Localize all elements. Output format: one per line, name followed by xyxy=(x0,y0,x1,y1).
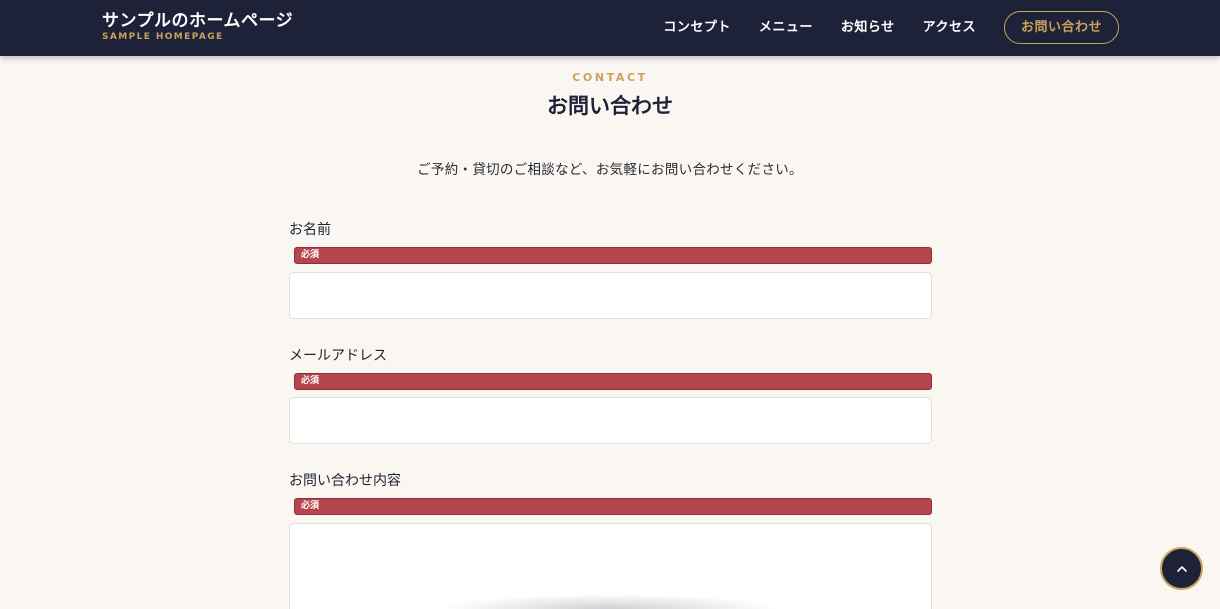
section-eyebrow: CONTACT xyxy=(572,71,648,84)
name-field-label: お名前 xyxy=(289,222,331,238)
required-badge: 必須 xyxy=(294,247,932,264)
main-nav: コンセプト メニュー お知らせ アクセス お問い合わせ xyxy=(663,11,1119,44)
name-input[interactable] xyxy=(289,272,932,319)
logo-subtitle: SAMPLE HOMEPAGE xyxy=(102,32,224,42)
chevron-up-icon xyxy=(1176,565,1187,572)
site-header: サンプルのホームページ SAMPLE HOMEPAGE コンセプト メニュー お… xyxy=(0,0,1220,56)
required-badge: 必須 xyxy=(294,498,932,515)
nav-item-concept[interactable]: コンセプト xyxy=(663,11,731,44)
nav-contact-button[interactable]: お問い合わせ xyxy=(1003,11,1119,44)
site-logo[interactable]: サンプルのホームページ SAMPLE HOMEPAGE xyxy=(102,10,293,43)
nav-item-menu[interactable]: メニュー xyxy=(759,11,813,44)
page-title: お問い合わせ xyxy=(547,93,673,118)
email-input[interactable] xyxy=(289,397,932,444)
nav-item-access[interactable]: アクセス xyxy=(923,11,976,44)
section-lead-text: ご予約・貸切のご相談など、お気軽にお問い合わせください。 xyxy=(417,162,803,178)
required-badge: 必須 xyxy=(294,373,932,390)
logo-title: サンプルのホームページ xyxy=(102,11,294,31)
nav-item-news[interactable]: お知らせ xyxy=(841,11,895,44)
message-field-label: お問い合わせ内容 xyxy=(289,473,401,489)
email-field-label: メールアドレス xyxy=(289,348,387,364)
back-to-top-button[interactable] xyxy=(1160,547,1203,590)
